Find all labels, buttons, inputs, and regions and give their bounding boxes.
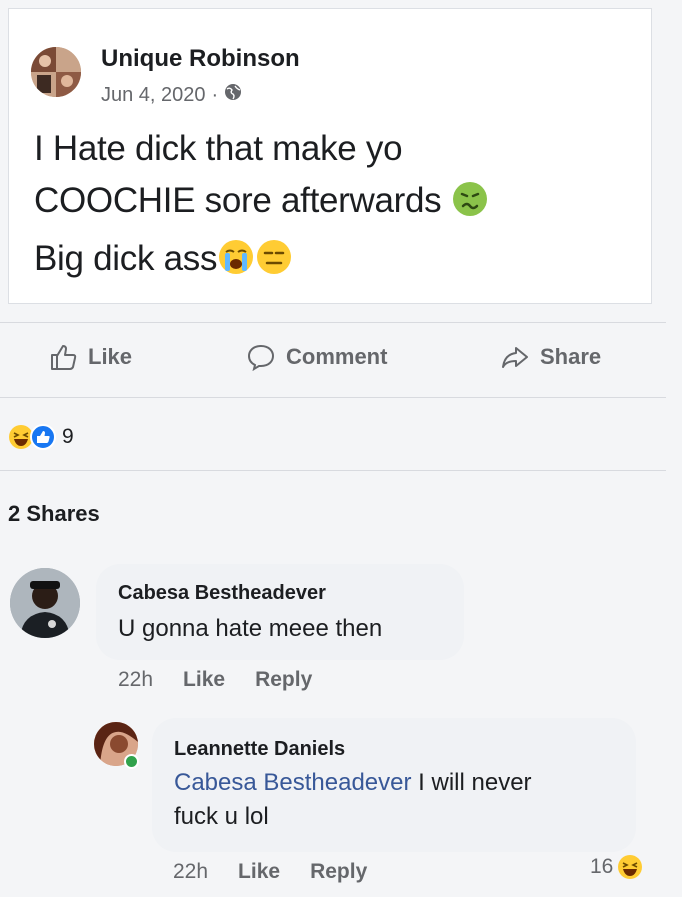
reply-mention-link[interactable]: Cabesa Bestheadever bbox=[174, 769, 412, 796]
post-text-line: I Hate dick that make yo bbox=[34, 129, 403, 168]
post-text: I Hate dick that make yo COOCHIE sore af… bbox=[34, 123, 634, 291]
comment-button-label: Comment bbox=[286, 344, 388, 369]
comment-text: U gonna hate meee then bbox=[118, 615, 383, 642]
like-button[interactable]: Like bbox=[48, 342, 132, 372]
meta-separator: · bbox=[211, 83, 219, 106]
reply-text-rest: I will never bbox=[411, 769, 532, 796]
divider bbox=[0, 322, 666, 323]
online-status-dot bbox=[124, 754, 139, 769]
post-author-name[interactable]: Unique Robinson bbox=[101, 45, 300, 73]
reply-bubble: Leannette Daniels Cabesa Bestheadever I … bbox=[152, 718, 636, 852]
haha-reaction-icon bbox=[617, 854, 643, 880]
reply-actions: 22h Like Reply bbox=[173, 860, 367, 884]
divider bbox=[0, 470, 666, 471]
reply-author-name[interactable]: Leannette Daniels bbox=[174, 738, 345, 761]
comment-author-name[interactable]: Cabesa Bestheadever bbox=[118, 582, 326, 605]
post-meta: Jun 4, 2020 · bbox=[101, 83, 242, 107]
nauseated-face-icon bbox=[451, 180, 489, 233]
share-button[interactable]: Share bbox=[500, 342, 601, 372]
comment-icon bbox=[247, 344, 275, 372]
screenshot-page: Unique Robinson Jun 4, 2020 · I Hate dic… bbox=[0, 0, 682, 897]
loudly-crying-face-icon bbox=[217, 238, 255, 291]
comment-like-button[interactable]: Like bbox=[183, 668, 225, 692]
comment-reply-button[interactable]: Reply bbox=[255, 668, 312, 692]
comment-actions: 22h Like Reply bbox=[118, 668, 312, 692]
share-icon bbox=[502, 347, 528, 368]
reply-reaction-count: 16 bbox=[590, 855, 614, 878]
comment-button[interactable]: Comment bbox=[246, 342, 387, 372]
like-reaction-icon bbox=[30, 424, 56, 450]
reaction-summary[interactable]: 9 bbox=[8, 424, 74, 450]
reply-text: Cabesa Bestheadever I will never fuck u … bbox=[174, 766, 624, 834]
share-button-label: Share bbox=[540, 344, 602, 369]
expressionless-face-icon bbox=[255, 238, 293, 291]
post-card: Unique Robinson Jun 4, 2020 · I Hate dic… bbox=[8, 8, 652, 304]
shares-count[interactable]: 2 Shares bbox=[8, 501, 100, 527]
reply-time[interactable]: 22h bbox=[173, 860, 208, 884]
like-button-label: Like bbox=[88, 344, 133, 369]
post-author-avatar[interactable] bbox=[31, 47, 81, 97]
post-text-line: COOCHIE sore afterwards bbox=[34, 175, 634, 233]
reply-reaction-summary[interactable]: 16 bbox=[590, 854, 643, 880]
reply-reply-button[interactable]: Reply bbox=[310, 860, 367, 884]
thumbs-up-icon bbox=[51, 345, 77, 370]
globe-icon bbox=[224, 83, 242, 107]
reply-like-button[interactable]: Like bbox=[238, 860, 280, 884]
reaction-count: 9 bbox=[62, 425, 74, 448]
divider bbox=[0, 397, 666, 398]
comment-bubble: Cabesa Bestheadever U gonna hate meee th… bbox=[96, 564, 464, 660]
reply-text-line2: fuck u lol bbox=[174, 803, 269, 830]
commenter-avatar[interactable] bbox=[10, 568, 80, 638]
post-date[interactable]: Jun 4, 2020 bbox=[101, 84, 206, 107]
comment-time[interactable]: 22h bbox=[118, 668, 153, 692]
post-text-line: Big dick ass bbox=[34, 233, 634, 291]
